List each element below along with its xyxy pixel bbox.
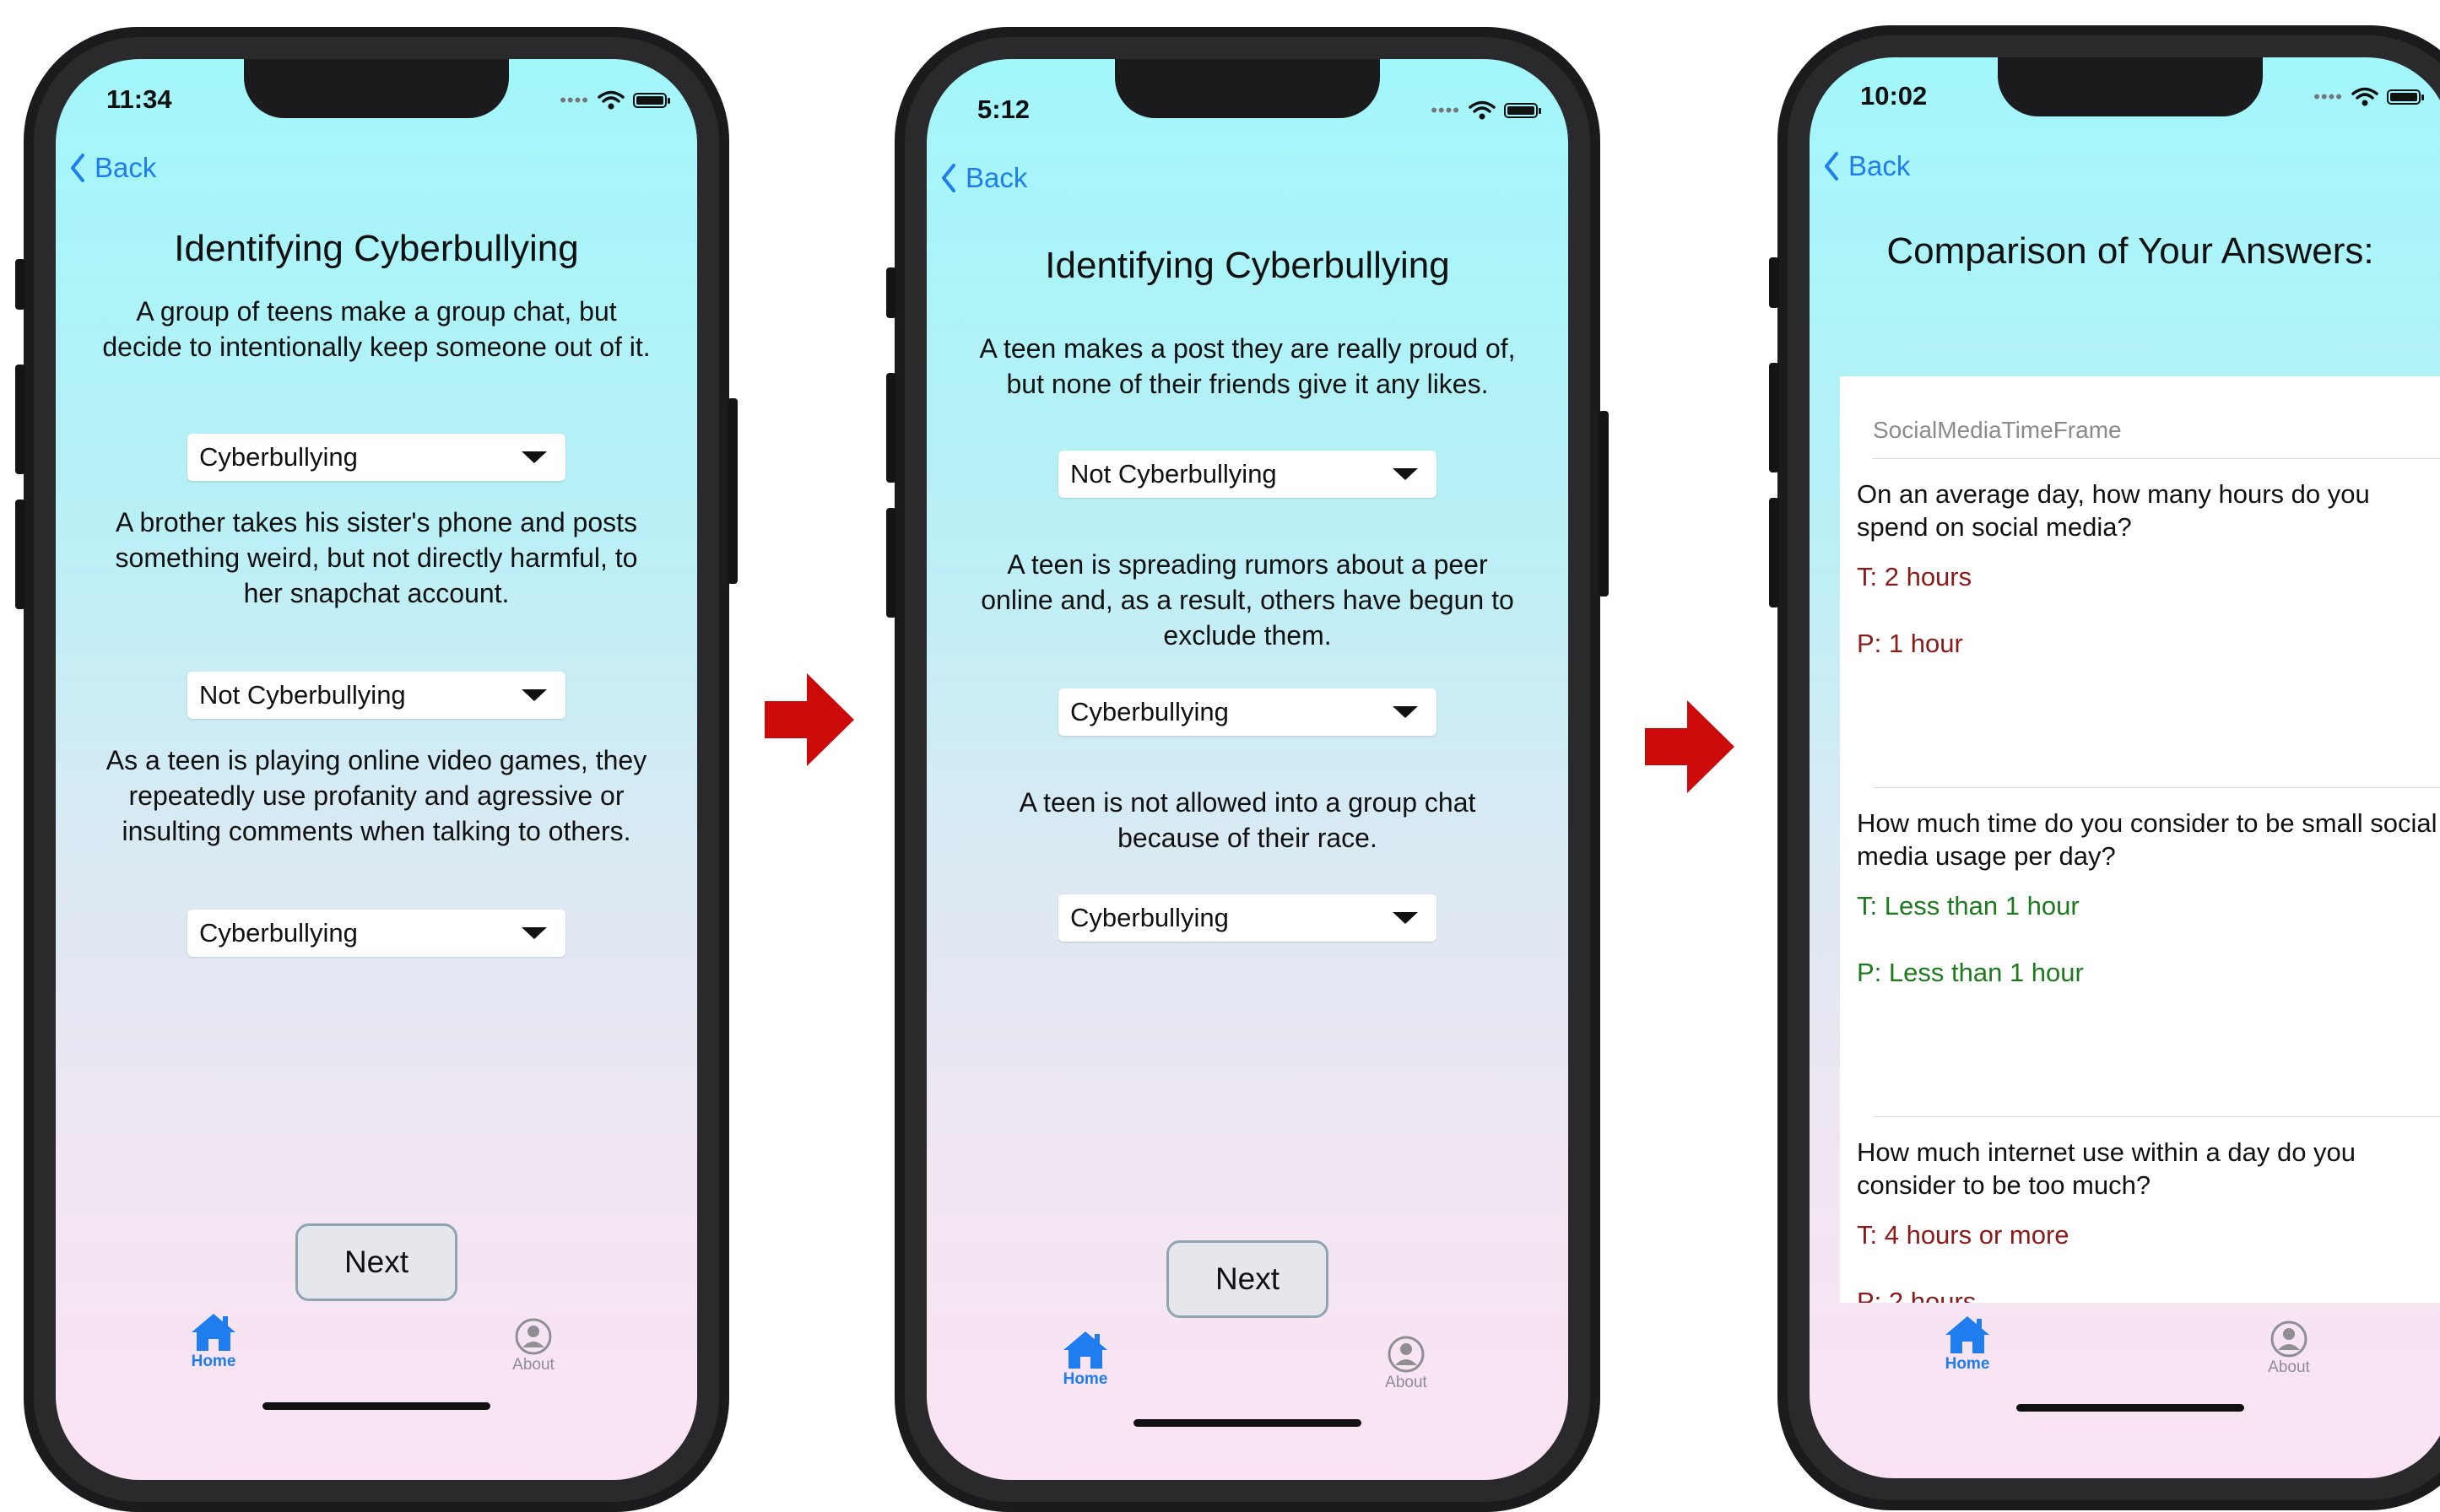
tab-about[interactable]: About <box>483 1317 584 1374</box>
divider <box>1873 1116 2440 1117</box>
section-header: SocialMediaTimeFrame <box>1873 417 2122 443</box>
divider <box>1873 458 2440 459</box>
answer-dropdown-2[interactable]: Not Cyberbullying <box>187 672 565 719</box>
answer-value: Not Cyberbullying <box>1070 459 1277 489</box>
question-3: A teen is not allowed into a group chat … <box>1019 787 1476 853</box>
notch <box>1998 57 2263 116</box>
person-circle-icon <box>1388 1336 1425 1373</box>
arrow-right-icon <box>1645 700 1734 793</box>
chevron-left-icon <box>1825 152 1838 181</box>
house-icon <box>1945 1316 1989 1353</box>
back-button[interactable]: Back <box>1823 150 1910 182</box>
signal-icon: •••• <box>1431 100 1460 121</box>
teen-answer-1: T: 2 hours <box>1857 562 1972 591</box>
page-title: Identifying Cyberbullying <box>1045 245 1450 286</box>
status-time: 11:34 <box>106 84 172 114</box>
battery-icon <box>633 93 670 108</box>
person-circle-icon <box>2270 1320 2307 1358</box>
phone-2: 5:12 •••• Back Identifying Cyberbullying… <box>886 27 1609 1512</box>
question-3: As a teen is playing online video games,… <box>105 745 647 846</box>
comparison-list[interactable]: SocialMediaTimeFrame On an average day, … <box>1840 376 2440 1303</box>
tab-home[interactable]: Home <box>1035 1330 1136 1389</box>
house-icon <box>192 1314 235 1351</box>
battery-icon <box>2387 89 2424 105</box>
dropdown-caret-icon <box>1393 468 1418 480</box>
parent-answer-1: P: 1 hour <box>1857 629 1963 658</box>
dropdown-caret-icon <box>522 451 547 463</box>
tab-label: About <box>512 1356 555 1374</box>
screen-3: 10:02 •••• Back Comparison of Your Answe… <box>1810 57 2440 1478</box>
wifi-icon <box>1469 100 1496 120</box>
answer-value: Cyberbullying <box>199 442 358 472</box>
tab-about[interactable]: About <box>1355 1335 1457 1392</box>
chevron-left-icon <box>942 164 955 192</box>
status-time: 5:12 <box>977 94 1031 124</box>
tab-home[interactable]: Home <box>163 1312 264 1371</box>
dropdown-caret-icon <box>1393 912 1418 924</box>
teen-answer-2: T: Less than 1 hour <box>1857 891 2080 921</box>
answer-dropdown-1[interactable]: Not Cyberbullying <box>1058 451 1436 498</box>
chevron-left-icon <box>71 154 84 182</box>
notch <box>244 59 509 118</box>
comparison-question-1: On an average day, how many hours do you… <box>1857 479 2370 542</box>
page-title: Identifying Cyberbullying <box>174 228 579 269</box>
tab-label: Home <box>1945 1355 1990 1373</box>
wifi-icon <box>598 90 625 110</box>
home-indicator <box>262 1402 490 1410</box>
signal-icon: •••• <box>560 89 589 111</box>
tab-label: Home <box>191 1353 236 1370</box>
tab-home[interactable]: Home <box>1917 1315 2018 1374</box>
house-icon <box>1063 1331 1107 1369</box>
comparison-question-2: How much time do you consider to be smal… <box>1857 808 2437 871</box>
dropdown-caret-icon <box>522 689 547 701</box>
notch <box>1115 59 1380 118</box>
phone-1: 11:34 •••• Back Identifying Cyberbullyin… <box>15 27 738 1512</box>
next-button[interactable]: Next <box>1166 1240 1328 1318</box>
back-label: Back <box>95 152 157 183</box>
page-title: Comparison of Your Answers: <box>1886 230 2374 272</box>
answer-dropdown-3[interactable]: Cyberbullying <box>1058 894 1436 942</box>
question-2: A brother takes his sister's phone and p… <box>115 507 638 608</box>
dropdown-caret-icon <box>1393 706 1418 718</box>
next-button[interactable]: Next <box>295 1223 457 1301</box>
question-1: A teen makes a post they are really prou… <box>979 333 1516 399</box>
comparison-question-3: How much internet use within a day do yo… <box>1857 1137 2356 1200</box>
person-circle-icon <box>515 1318 552 1355</box>
dropdown-caret-icon <box>522 927 547 939</box>
answer-dropdown-1[interactable]: Cyberbullying <box>187 434 565 481</box>
question-1: A group of teens make a group chat, but … <box>102 296 651 362</box>
back-label: Back <box>966 162 1028 193</box>
screen-1: 11:34 •••• Back Identifying Cyberbullyin… <box>56 59 697 1480</box>
answer-value: Cyberbullying <box>1070 697 1229 726</box>
answer-dropdown-2[interactable]: Cyberbullying <box>1058 688 1436 736</box>
back-button[interactable]: Back <box>69 152 156 184</box>
tab-about[interactable]: About <box>2238 1320 2340 1377</box>
answer-dropdown-3[interactable]: Cyberbullying <box>187 910 565 957</box>
teen-answer-3: T: 4 hours or more <box>1857 1220 2069 1250</box>
answer-value: Cyberbullying <box>199 918 358 948</box>
tab-label: About <box>2268 1358 2310 1376</box>
screen-2: 5:12 •••• Back Identifying Cyberbullying… <box>927 59 1568 1480</box>
answer-value: Cyberbullying <box>1070 903 1229 932</box>
arrow-right-icon <box>765 673 854 766</box>
back-label: Back <box>1848 150 1911 181</box>
parent-answer-3: P: 2 hours <box>1857 1287 1977 1303</box>
phone-3: 10:02 •••• Back Comparison of Your Answe… <box>1769 25 2440 1510</box>
tab-label: Home <box>1063 1370 1108 1388</box>
battery-icon <box>1504 103 1541 118</box>
parent-answer-2: P: Less than 1 hour <box>1857 958 2084 987</box>
signal-icon: •••• <box>2313 86 2343 107</box>
divider <box>1873 787 2440 788</box>
question-2: A teen is spreading rumors about a peer … <box>981 549 1514 651</box>
status-time: 10:02 <box>1860 81 1928 111</box>
home-indicator <box>2016 1404 2244 1412</box>
wifi-icon <box>2351 87 2378 106</box>
home-indicator <box>1133 1419 1361 1427</box>
back-button[interactable]: Back <box>940 162 1027 194</box>
tab-label: About <box>1385 1374 1427 1391</box>
answer-value: Not Cyberbullying <box>199 680 406 710</box>
